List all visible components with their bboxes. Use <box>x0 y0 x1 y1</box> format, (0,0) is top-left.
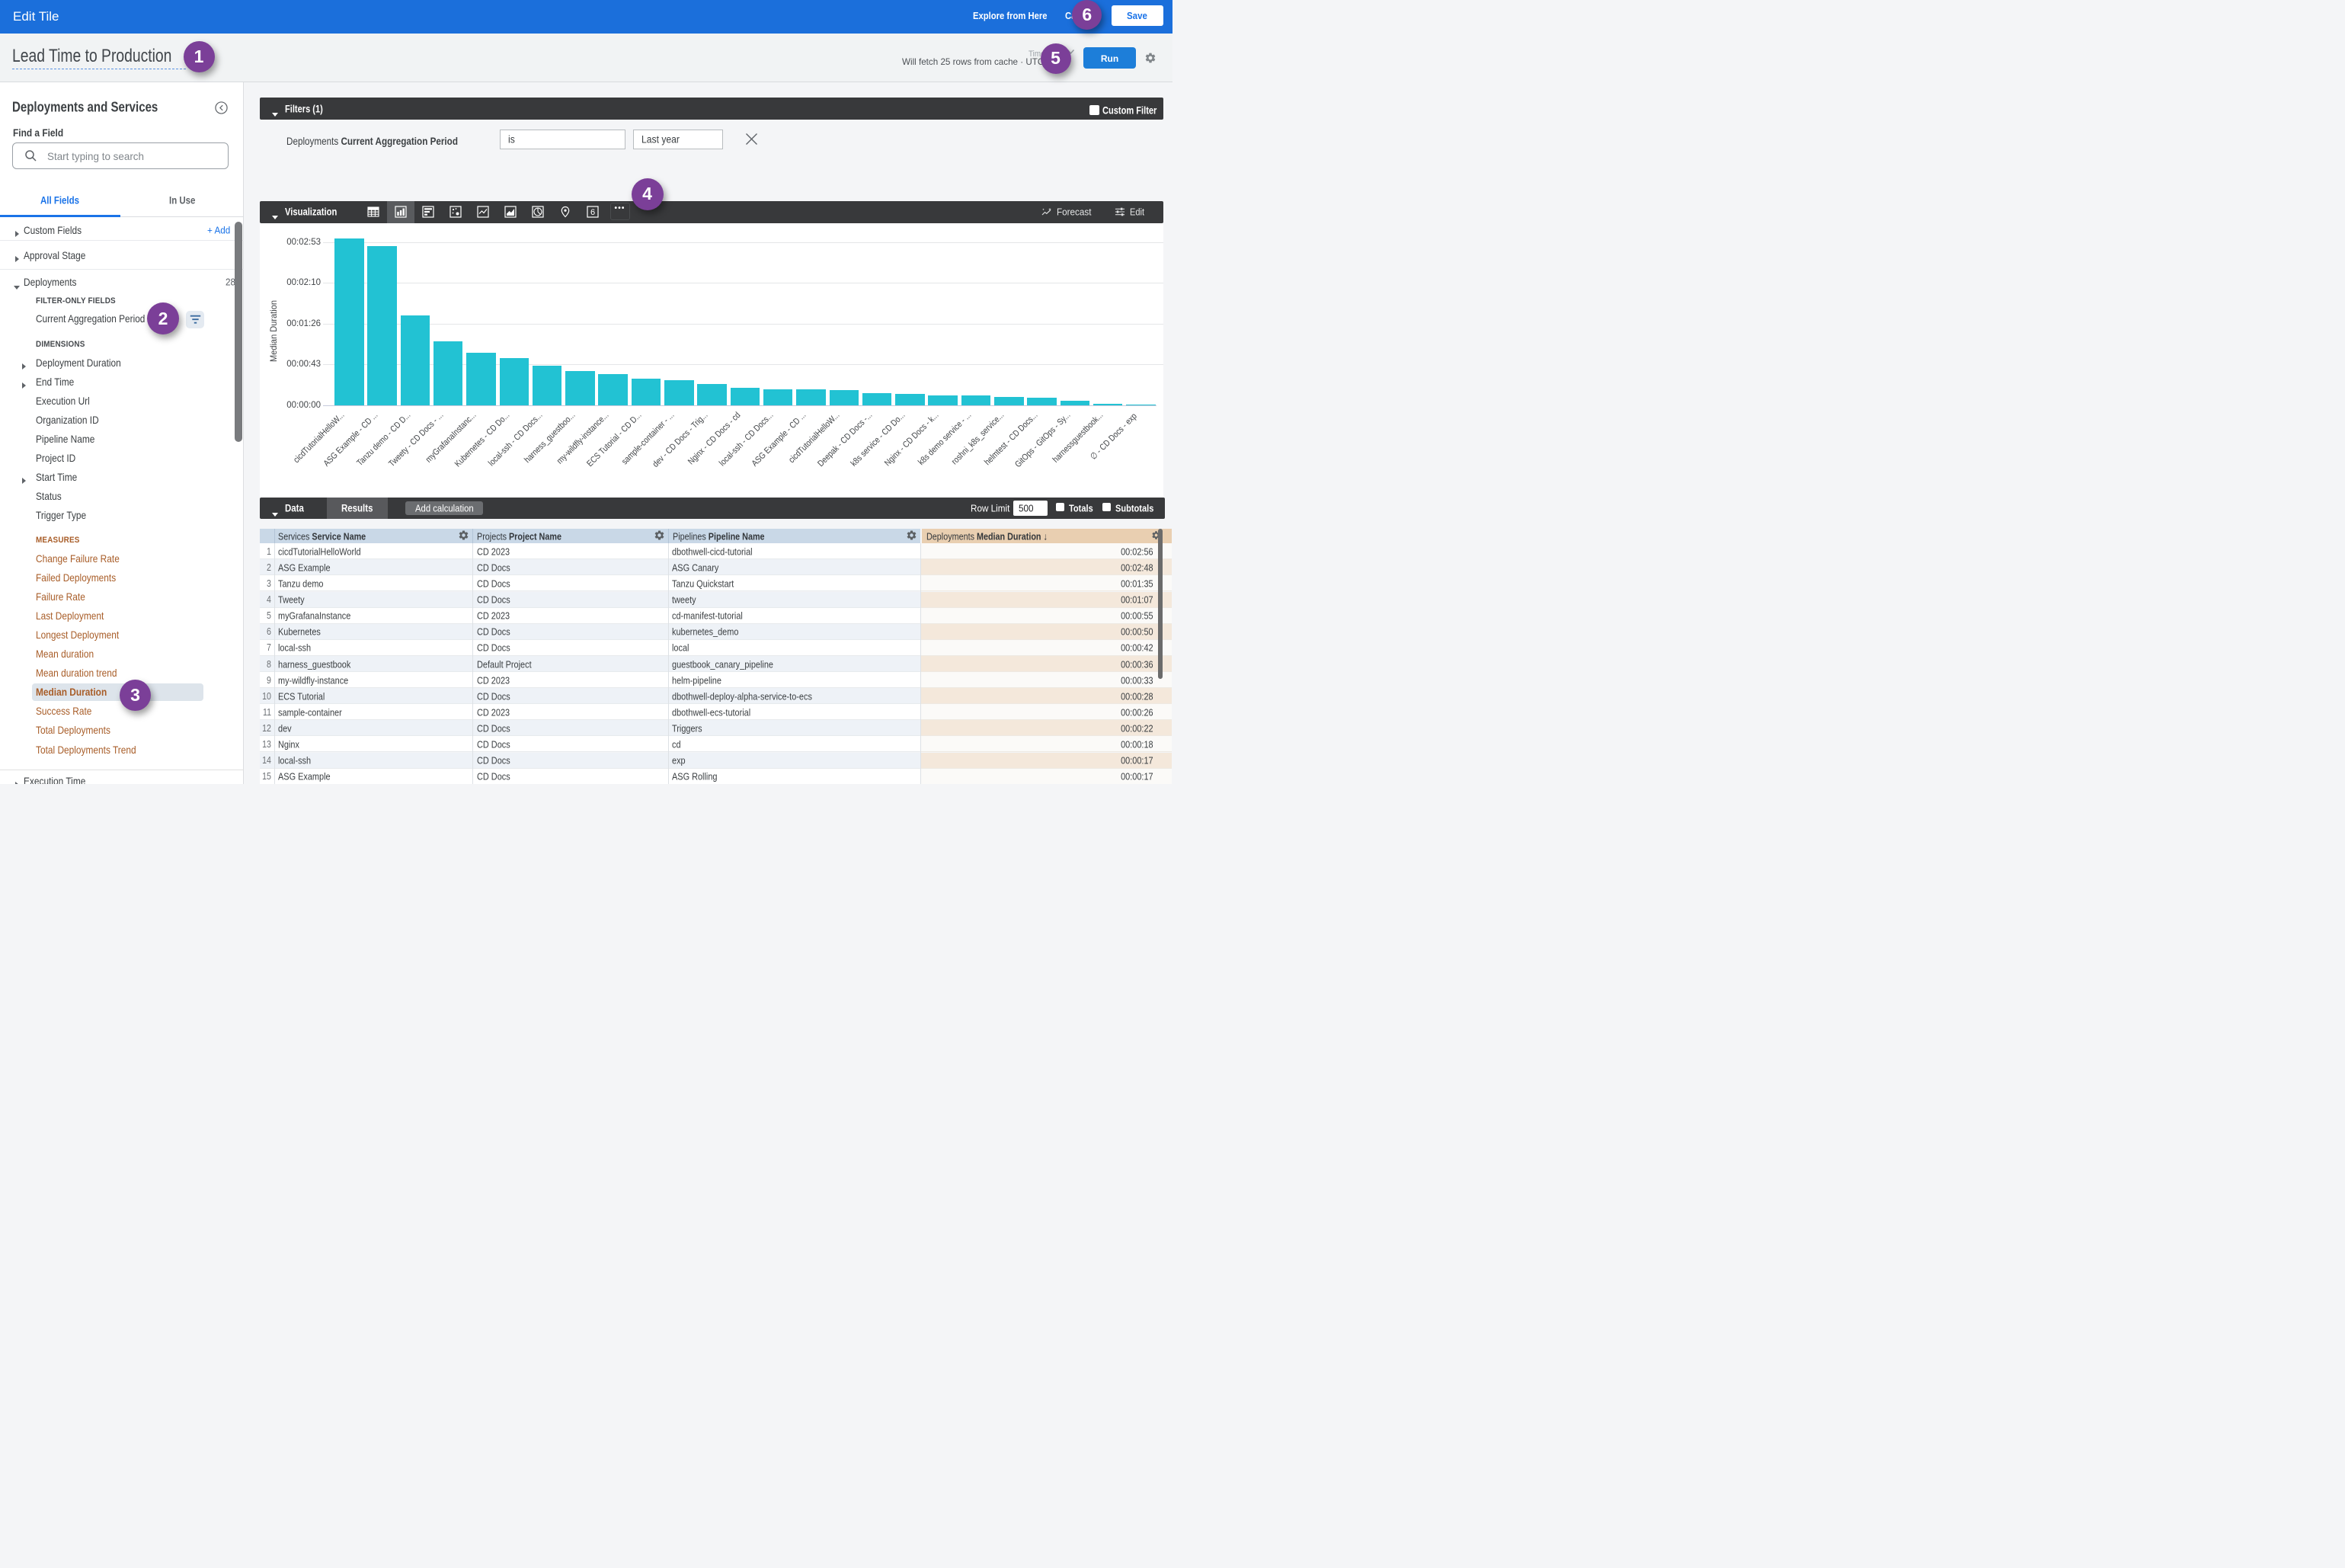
svg-text:6: 6 <box>590 208 595 217</box>
